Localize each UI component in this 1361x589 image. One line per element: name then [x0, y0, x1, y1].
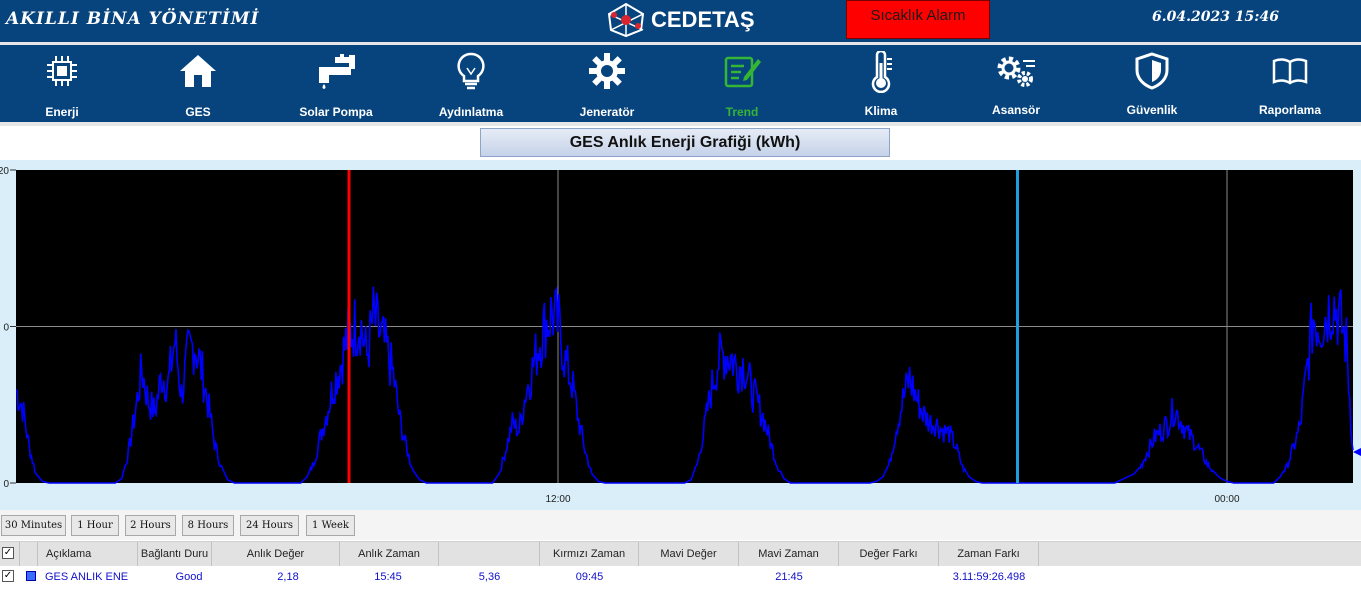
gear-icon [589, 53, 625, 89]
header-color [20, 542, 38, 566]
logo-text: CEDETAŞ [651, 7, 755, 32]
range-2-hours-button[interactable]: 2 Hours [125, 515, 176, 536]
book-icon [1272, 58, 1308, 85]
faucet-icon [319, 54, 355, 89]
logo: CEDETAŞ [605, 2, 755, 38]
x-tick-label: 12:00 [545, 494, 570, 505]
table-row[interactable]: ✓ GES ANLIK ENE Good 2,18 15:45 5,36 09:… [0, 566, 1361, 588]
nav-item-klima[interactable]: Klima [841, 45, 921, 122]
nav-item-jenerator[interactable]: Jeneratör [567, 45, 647, 122]
nav-label: Enerji [45, 105, 79, 119]
blue-cursor[interactable] [1016, 170, 1019, 483]
x-tick-label: 00:00 [1214, 494, 1239, 505]
row-blue-value [639, 566, 739, 588]
chip-icon [47, 56, 77, 86]
row-status: Good [175, 571, 203, 583]
nav-label: Asansör [991, 103, 1041, 117]
nav-label: Güvenlik [1126, 103, 1178, 117]
row-current-value: 2,18 [277, 571, 299, 583]
y-tick-label: 20 [0, 166, 9, 177]
header-current-time[interactable]: Anlık Zaman [340, 542, 439, 566]
nav-label: Jeneratör [579, 105, 635, 119]
nav-item-asansor[interactable]: Asansör [976, 45, 1056, 122]
nav-label: Klima [864, 104, 898, 118]
row-time-diff: 3.11:59:26.498 [952, 571, 1026, 583]
range-1-hour-button[interactable]: 1 Hour [71, 515, 119, 536]
temperature-alarm-button[interactable]: Sıcaklık Alarm [846, 0, 990, 39]
gears-icon [997, 56, 1035, 87]
row-checkbox[interactable]: ✓ [2, 570, 14, 582]
logo-icon [607, 2, 645, 38]
header-value-diff[interactable]: Değer Farkı [839, 542, 939, 566]
main-nav: Enerji GES Solar Pompa Aydınlatma Jenera… [0, 45, 1361, 122]
chart-title: GES Anlık Enerji Grafiği (kWh) [480, 128, 890, 157]
select-all-checkbox[interactable]: ✓ [2, 547, 14, 559]
header-current-value[interactable]: Anlık Değer [212, 542, 340, 566]
trend-chart[interactable]: 0 0 20 12:00 00:00 [0, 160, 1361, 510]
series-color-swatch [26, 571, 36, 581]
app-title: AKILLI BİNA YÖNETİMİ [6, 9, 260, 29]
red-cursor[interactable] [347, 170, 351, 483]
lightbulb-icon [457, 52, 485, 90]
nav-label: Aydınlatma [438, 105, 504, 119]
edit-icon [724, 56, 761, 88]
nav-label: Trend [725, 105, 759, 119]
current-value-marker [1353, 448, 1361, 456]
top-bar: AKILLI BİNA YÖNETİMİ CEDETAŞ Sıcaklık Al… [0, 0, 1361, 42]
shield-icon [1135, 52, 1169, 90]
thermometer-icon [871, 51, 892, 93]
header-select-all[interactable]: ✓ [0, 542, 20, 566]
row-blue-time: 21:45 [775, 571, 803, 583]
y-tick-label: 0 [3, 323, 9, 334]
nav-item-solar-pompa[interactable]: Solar Pompa [291, 45, 381, 122]
header-red-time[interactable]: Kırmızı Zaman [540, 542, 639, 566]
row-description: GES ANLIK ENE [45, 571, 129, 583]
range-24-hours-button[interactable]: 24 Hours [240, 515, 299, 536]
row-red-value: 5,36 [478, 571, 501, 583]
header-blue-value[interactable]: Mavi Değer [639, 542, 739, 566]
date-time: 6.04.2023 15:46 [1152, 9, 1279, 25]
table-header: ✓ Açıklama Bağlantı Duru Anlık Değer Anl… [0, 541, 1361, 567]
nav-item-trend[interactable]: Trend [702, 45, 782, 122]
nav-item-raporlama[interactable]: Raporlama [1250, 45, 1330, 122]
header-blue-time[interactable]: Mavi Zaman [739, 542, 839, 566]
range-30-minutes-button[interactable]: 30 Minutes [1, 515, 66, 536]
range-1-week-button[interactable]: 1 Week [306, 515, 355, 536]
header-connection-status[interactable]: Bağlantı Duru [138, 542, 212, 566]
nav-item-aydinlatma[interactable]: Aydınlatma [426, 45, 516, 122]
nav-item-guvenlik[interactable]: Güvenlik [1112, 45, 1192, 122]
header-description[interactable]: Açıklama [38, 542, 138, 566]
home-icon [180, 55, 216, 87]
header-time-diff[interactable]: Zaman Farkı [939, 542, 1039, 566]
row-value-diff [839, 566, 939, 588]
nav-item-enerji[interactable]: Enerji [22, 45, 102, 122]
nav-item-ges[interactable]: GES [158, 45, 238, 122]
row-current-time: 15:45 [374, 571, 402, 583]
nav-label: GES [185, 105, 211, 119]
range-8-hours-button[interactable]: 8 Hours [182, 515, 234, 536]
row-red-time: 09:45 [575, 571, 604, 583]
nav-label: Raporlama [1258, 103, 1322, 117]
header-red-value[interactable] [439, 542, 540, 566]
nav-label: Solar Pompa [299, 105, 373, 119]
y-tick-label: 0 [3, 479, 9, 490]
